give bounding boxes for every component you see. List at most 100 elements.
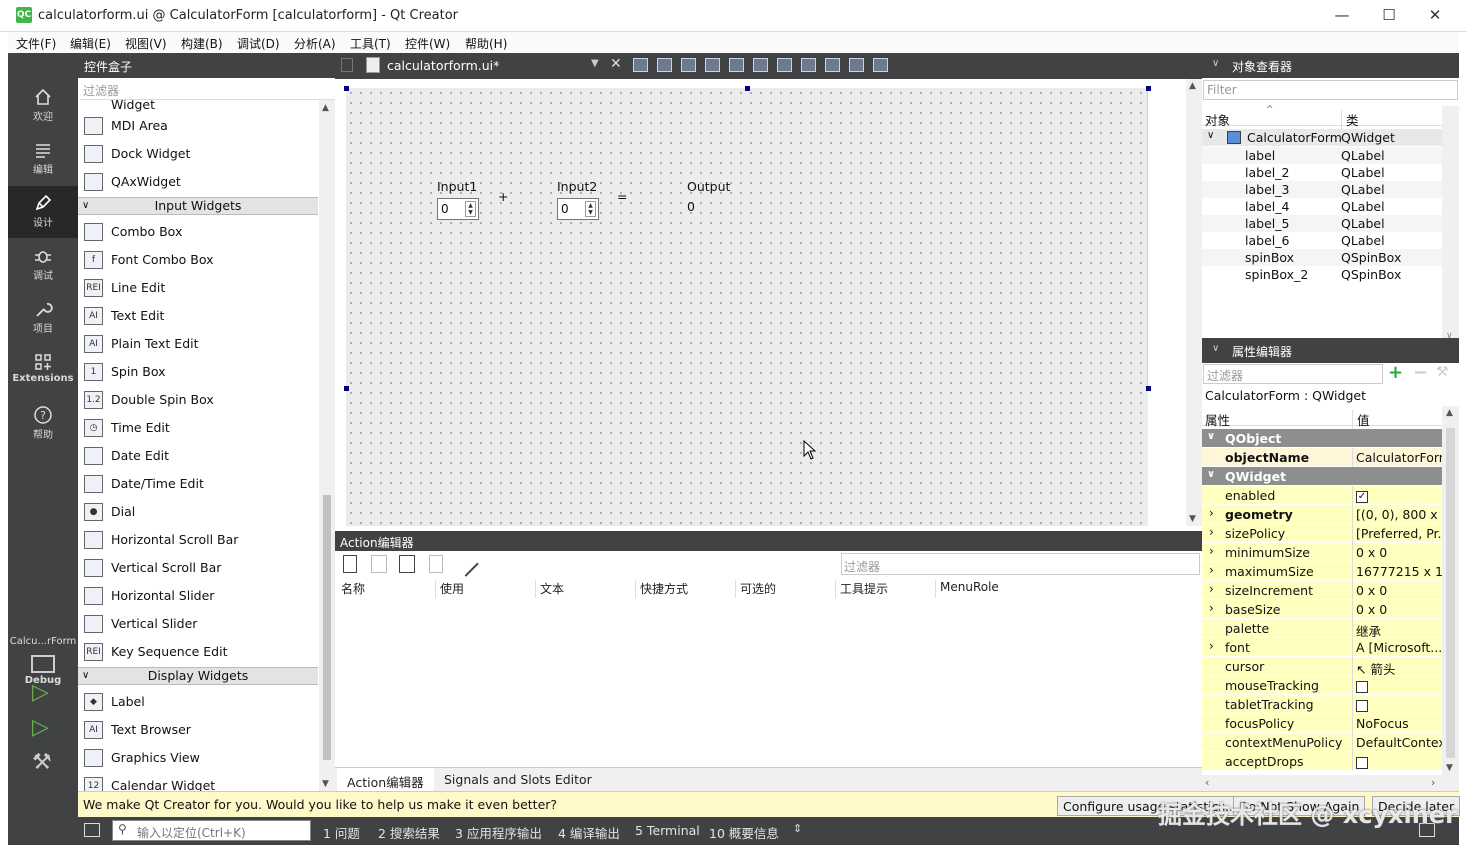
- widget-item-vertical-scroll-bar[interactable]: Vertical Scroll Bar: [78, 554, 318, 582]
- property-enabled[interactable]: enabled ✓: [1202, 486, 1442, 505]
- edit-signals-icon[interactable]: [657, 58, 672, 72]
- close-button[interactable]: ✕: [1415, 4, 1455, 28]
- mode-pen[interactable]: 设计: [8, 186, 78, 238]
- property-minimumSize[interactable]: › minimumSize 0 x 0: [1202, 543, 1442, 562]
- scroll-thumb[interactable]: [323, 495, 331, 760]
- property-value[interactable]: A [Microsoft...: [1352, 638, 1442, 657]
- paste-action-icon[interactable]: [399, 555, 415, 573]
- property-value[interactable]: [Preferred, Pr...: [1352, 524, 1442, 543]
- layout-h-splitter-icon[interactable]: [777, 58, 792, 72]
- property-value[interactable]: DefaultContex...: [1352, 733, 1442, 752]
- tab-signals-slots[interactable]: Signals and Slots Editor: [434, 768, 602, 792]
- property-objectName[interactable]: objectName CalculatorForm: [1202, 448, 1442, 467]
- calculator-form-lower[interactable]: [346, 388, 1148, 526]
- tree-row[interactable]: label_6 QLabel: [1202, 232, 1442, 249]
- kit-selector[interactable]: Calcu...rForm Debug: [8, 628, 78, 728]
- property-hscrollbar[interactable]: ‹ ›: [1202, 775, 1459, 791]
- wrench-icon[interactable]: [453, 551, 479, 577]
- property-contextMenuPolicy[interactable]: contextMenuPolicy DefaultContex...: [1202, 733, 1442, 752]
- action-col-5[interactable]: 工具提示: [835, 580, 888, 598]
- mode-help[interactable]: ? 帮助: [8, 398, 78, 450]
- widget-item-double-spin-box[interactable]: 1.2 Double Spin Box: [78, 386, 318, 414]
- mode-edit-lines[interactable]: 编辑: [8, 133, 78, 185]
- widget-item-qaxwidget[interactable]: QAxWidget: [78, 168, 318, 196]
- updown-arrows-icon[interactable]: ⇕: [793, 822, 802, 835]
- property-mouseTracking[interactable]: mouseTracking: [1202, 676, 1442, 695]
- checkbox-unchecked-icon[interactable]: [1356, 756, 1368, 769]
- property-value[interactable]: 0 x 0: [1352, 543, 1442, 562]
- resize-handle[interactable]: [344, 386, 349, 391]
- layout-vertical-icon[interactable]: [753, 58, 768, 72]
- property-value[interactable]: 0 x 0: [1352, 581, 1442, 600]
- spin-arrows-icon[interactable]: ▲ ▼: [465, 201, 476, 217]
- menu-6[interactable]: 工具(T): [350, 35, 391, 52]
- resize-handle[interactable]: [745, 86, 750, 91]
- property-font[interactable]: › font A [Microsoft...: [1202, 638, 1442, 657]
- checkbox-unchecked-icon[interactable]: [1356, 699, 1368, 712]
- menu-2[interactable]: 视图(V): [125, 35, 167, 52]
- property-geometry[interactable]: ›geometry[(0, 0), 800 x 6...: [1202, 505, 1442, 524]
- object-tree-scrollbar[interactable]: ∨: [1442, 106, 1459, 343]
- property-sizePolicy[interactable]: › sizePolicy [Preferred, Pr...: [1202, 524, 1442, 543]
- widget-item-dock-widget[interactable]: Dock Widget: [78, 140, 318, 168]
- scroll-thumb[interactable]: [1446, 428, 1455, 758]
- property-value[interactable]: 16777215 x 1...: [1352, 562, 1442, 581]
- property-value[interactable]: [1352, 695, 1442, 714]
- wrench-icon[interactable]: ⚒: [1436, 364, 1449, 380]
- tab-action-editor[interactable]: Action编辑器: [337, 768, 434, 792]
- widget-item-text-browser[interactable]: AI Text Browser: [78, 716, 318, 744]
- output-value[interactable]: 0: [687, 199, 695, 214]
- property-tabletTracking[interactable]: tabletTracking: [1202, 695, 1442, 714]
- close-document-icon[interactable]: ✕: [610, 56, 622, 72]
- action-col-6[interactable]: MenuRole: [935, 580, 999, 598]
- layout-form-icon[interactable]: [849, 58, 864, 72]
- checkbox-unchecked-icon[interactable]: [1356, 680, 1368, 693]
- property-maximumSize[interactable]: ›maximumSize16777215 x 1...: [1202, 562, 1442, 581]
- output-pane-5[interactable]: 10 概要信息: [709, 823, 779, 842]
- output-pane-0[interactable]: 1 问题: [323, 823, 360, 842]
- open-file-combo[interactable]: calculatorform.ui*: [387, 58, 499, 73]
- widget-item-mdi-area[interactable]: MDI Area: [78, 112, 318, 140]
- property-filter-input[interactable]: 过滤器: [1203, 364, 1383, 384]
- calculator-form[interactable]: Input1 + Input2 = Output 0 0 ▲ ▼ 0 ▲ ▼: [346, 88, 1148, 388]
- widget-item-plain-text-edit[interactable]: AI Plain Text Edit: [78, 330, 318, 358]
- action-col-3[interactable]: 快捷方式: [635, 580, 688, 598]
- category-input-widgets[interactable]: ∨ Input Widgets: [78, 197, 318, 215]
- property-value[interactable]: 0 x 0: [1352, 600, 1442, 619]
- maximize-button[interactable]: ☐: [1369, 4, 1409, 28]
- col-class[interactable]: 类: [1341, 110, 1359, 129]
- tree-row[interactable]: label_3 QLabel: [1202, 181, 1442, 198]
- property-cursor[interactable]: cursor ↖ 箭头: [1202, 657, 1442, 676]
- widget-item-dial[interactable]: ● Dial: [78, 498, 318, 526]
- widget-item-key-sequence-edit[interactable]: REI Key Sequence Edit: [78, 638, 318, 666]
- property-focusPolicy[interactable]: focusPolicy NoFocus: [1202, 714, 1442, 733]
- tree-row[interactable]: spinBox_2 QSpinBox: [1202, 266, 1442, 283]
- mode-wrench[interactable]: 项目: [8, 292, 78, 344]
- property-value[interactable]: NoFocus: [1352, 714, 1442, 733]
- property-value[interactable]: [1352, 752, 1442, 771]
- action-filter-input[interactable]: 过滤器: [841, 553, 1200, 575]
- mode-home[interactable]: 欢迎: [8, 80, 78, 132]
- spinbox-2[interactable]: 0 ▲ ▼: [557, 198, 599, 220]
- action-col-1[interactable]: 使用: [435, 580, 464, 598]
- edit-tab-order-icon[interactable]: [705, 58, 720, 72]
- copy-action-icon[interactable]: [371, 555, 387, 573]
- tree-row[interactable]: label_4 QLabel: [1202, 198, 1442, 215]
- debug-run-icon[interactable]: ▷: [32, 715, 49, 740]
- spin-arrows-icon[interactable]: ▲ ▼: [585, 201, 596, 217]
- widget-item-label[interactable]: ◆ Label: [78, 688, 318, 716]
- input2-label[interactable]: Input2: [557, 179, 597, 194]
- resize-handle[interactable]: [1146, 86, 1151, 91]
- action-col-4[interactable]: 可选的: [735, 580, 776, 598]
- menu-4[interactable]: 调试(D): [237, 35, 280, 52]
- col-value[interactable]: 值: [1352, 410, 1370, 429]
- widget-item-spin-box[interactable]: 1 Spin Box: [78, 358, 318, 386]
- input1-label[interactable]: Input1: [437, 179, 477, 194]
- menu-1[interactable]: 编辑(E): [70, 35, 111, 52]
- canvas-scrollbar[interactable]: ▲ ▼: [1186, 79, 1202, 526]
- widget-item-line-edit[interactable]: REI Line Edit: [78, 274, 318, 302]
- layout-horizontal-icon[interactable]: [729, 58, 744, 72]
- output-pane-3[interactable]: 4 编译输出: [558, 823, 620, 842]
- tree-row[interactable]: label_5 QLabel: [1202, 215, 1442, 232]
- edit-buddies-icon[interactable]: [681, 58, 696, 72]
